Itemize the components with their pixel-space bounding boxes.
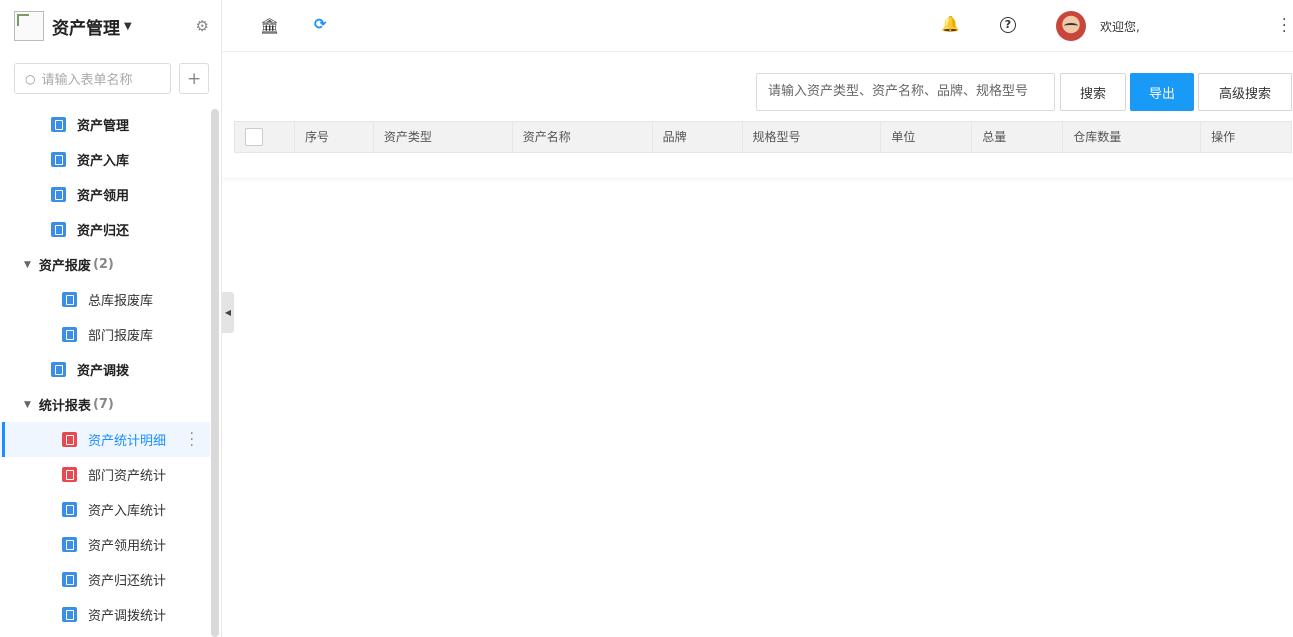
form-icon [51,362,66,377]
sidebar-item-dept-asset-stat[interactable]: 部门资产统计 [0,457,210,492]
table-body-divider [222,177,1293,185]
sidebar-nav: 资产管理 资产入库 资产领用 资产归还 ▼ 资产报废 (2) 总库报废库 部门报… [0,107,210,632]
column-header[interactable]: 仓库数量 [1063,122,1202,152]
bell-icon[interactable]: 🔔 [941,15,960,33]
caret-down-icon[interactable]: ▼ [124,21,132,32]
column-header[interactable]: 操作 [1201,122,1291,152]
sidebar-item-label: 资产管理 [77,119,130,134]
sidebar-item-asset-inbound[interactable]: 资产入库 [0,142,210,177]
column-header[interactable]: 品牌 [653,122,743,152]
asset-search-input[interactable]: 请输入资产类型、资产名称、品牌、规格型号 [756,73,1055,111]
sidebar-group-reports[interactable]: ▼ 统计报表 (7) [0,387,210,422]
column-header[interactable]: 总量 [972,122,1064,152]
form-icon [51,222,66,237]
form-search-placeholder: 请输入表单名称 [41,73,133,88]
sidebar-scrollbar[interactable] [211,109,219,637]
sidebar-header: 资产管理 ▼ ⚙ [0,0,221,52]
collapse-sidebar-handle[interactable]: ◀ [222,292,234,333]
sidebar-item-label: 资产领用 [77,189,130,204]
sidebar-item-dept-scrap[interactable]: 部门报废库 [0,317,210,352]
sidebar-item-label: 部门资产统计 [88,469,167,484]
form-icon [51,187,66,202]
form-icon [51,152,66,167]
sidebar: 资产管理 ▼ ⚙ ○ 请输入表单名称 + 资产管理 资产入库 资产领用 资产归还… [0,0,222,637]
sidebar-item-label: 资产归还统计 [88,574,167,589]
sidebar-item-return-stat[interactable]: 资产归还统计 [0,562,210,597]
sidebar-item-asset-requisition[interactable]: 资产领用 [0,177,210,212]
more-vertical-icon[interactable]: · · · [1282,13,1286,39]
app-logo-broken-image-icon [14,11,44,41]
app-root: 资产管理 ▼ ⚙ ○ 请输入表单名称 + 资产管理 资产入库 资产领用 资产归还… [0,0,1293,637]
export-button[interactable]: 导出 [1130,73,1194,111]
sidebar-item-label: 资产入库统计 [88,504,167,519]
sidebar-item-label: 总库报废库 [88,294,154,309]
app-title[interactable]: 资产管理 [52,14,120,39]
column-header[interactable]: 规格型号 [743,122,882,152]
sidebar-item-asset-stat-detail[interactable]: 资产统计明细 · · · [0,422,210,457]
form-search-input[interactable]: ○ 请输入表单名称 [14,63,172,94]
sidebar-item-label: 部门报废库 [88,329,154,344]
select-all-checkbox[interactable] [245,128,263,146]
triangle-down-icon: ▼ [24,259,31,270]
column-header[interactable]: 序号 [295,122,374,152]
sidebar-group-asset-scrap[interactable]: ▼ 资产报废 (2) [0,247,210,282]
form-icon [62,292,77,307]
search-button[interactable]: 搜索 [1060,73,1126,111]
form-icon [62,467,77,482]
bank-icon[interactable]: 🏛 [260,17,279,35]
column-header[interactable]: 单位 [881,122,973,152]
add-form-button[interactable]: + [179,63,209,94]
sidebar-group-label: 统计报表 [38,399,91,414]
top-bar: 🏛 ⟳ 🔔 ? 欢迎您, · · · [222,0,1293,52]
sidebar-item-label: 资产领用统计 [88,539,167,554]
table-header: 序号 资产类型 资产名称 品牌 规格型号 单位 总量 仓库数量 操作 [234,121,1292,153]
help-icon[interactable]: ? [1000,17,1016,33]
sidebar-item-asset-management[interactable]: 资产管理 [0,107,210,142]
sidebar-item-requisition-stat[interactable]: 资产领用统计 [0,527,210,562]
gear-icon[interactable]: ⚙ [196,17,209,35]
form-icon [62,607,77,622]
column-header[interactable]: 资产类型 [374,122,513,152]
sidebar-item-label: 资产统计明细 [88,434,167,449]
form-icon [62,572,77,587]
sidebar-item-asset-return[interactable]: 资产归还 [0,212,210,247]
more-vertical-icon[interactable]: · · · [190,427,194,453]
asset-search-placeholder: 请输入资产类型、资产名称、品牌、规格型号 [768,84,1029,99]
sidebar-group-count: (2) [92,257,114,272]
form-icon [62,432,77,447]
column-header[interactable]: 资产名称 [513,122,653,152]
sidebar-item-label: 资产调拨统计 [88,609,167,624]
sidebar-search-row: ○ 请输入表单名称 + [0,63,221,94]
sidebar-group-label: 资产报废 [38,259,91,274]
refresh-icon[interactable]: ⟳ [314,15,327,33]
sidebar-item-main-scrap[interactable]: 总库报废库 [0,282,210,317]
sidebar-item-label: 资产归还 [77,224,130,239]
sidebar-group-count: (7) [92,397,114,412]
avatar[interactable] [1056,11,1086,41]
sidebar-item-transfer-stat[interactable]: 资产调拨统计 [0,597,210,632]
triangle-down-icon: ▼ [24,399,31,410]
sidebar-item-inbound-stat[interactable]: 资产入库统计 [0,492,210,527]
form-icon [62,327,77,342]
sidebar-item-label: 资产入库 [77,154,130,169]
welcome-text: 欢迎您, [1100,20,1140,34]
select-all-cell [235,122,295,152]
sidebar-item-label: 资产调拨 [77,364,130,379]
form-icon [51,117,66,132]
sidebar-item-asset-transfer[interactable]: 资产调拨 [0,352,210,387]
advanced-search-button[interactable]: 高级搜索 [1198,73,1292,111]
form-icon [62,502,77,517]
search-icon: ○ [25,71,36,86]
form-icon [62,537,77,552]
